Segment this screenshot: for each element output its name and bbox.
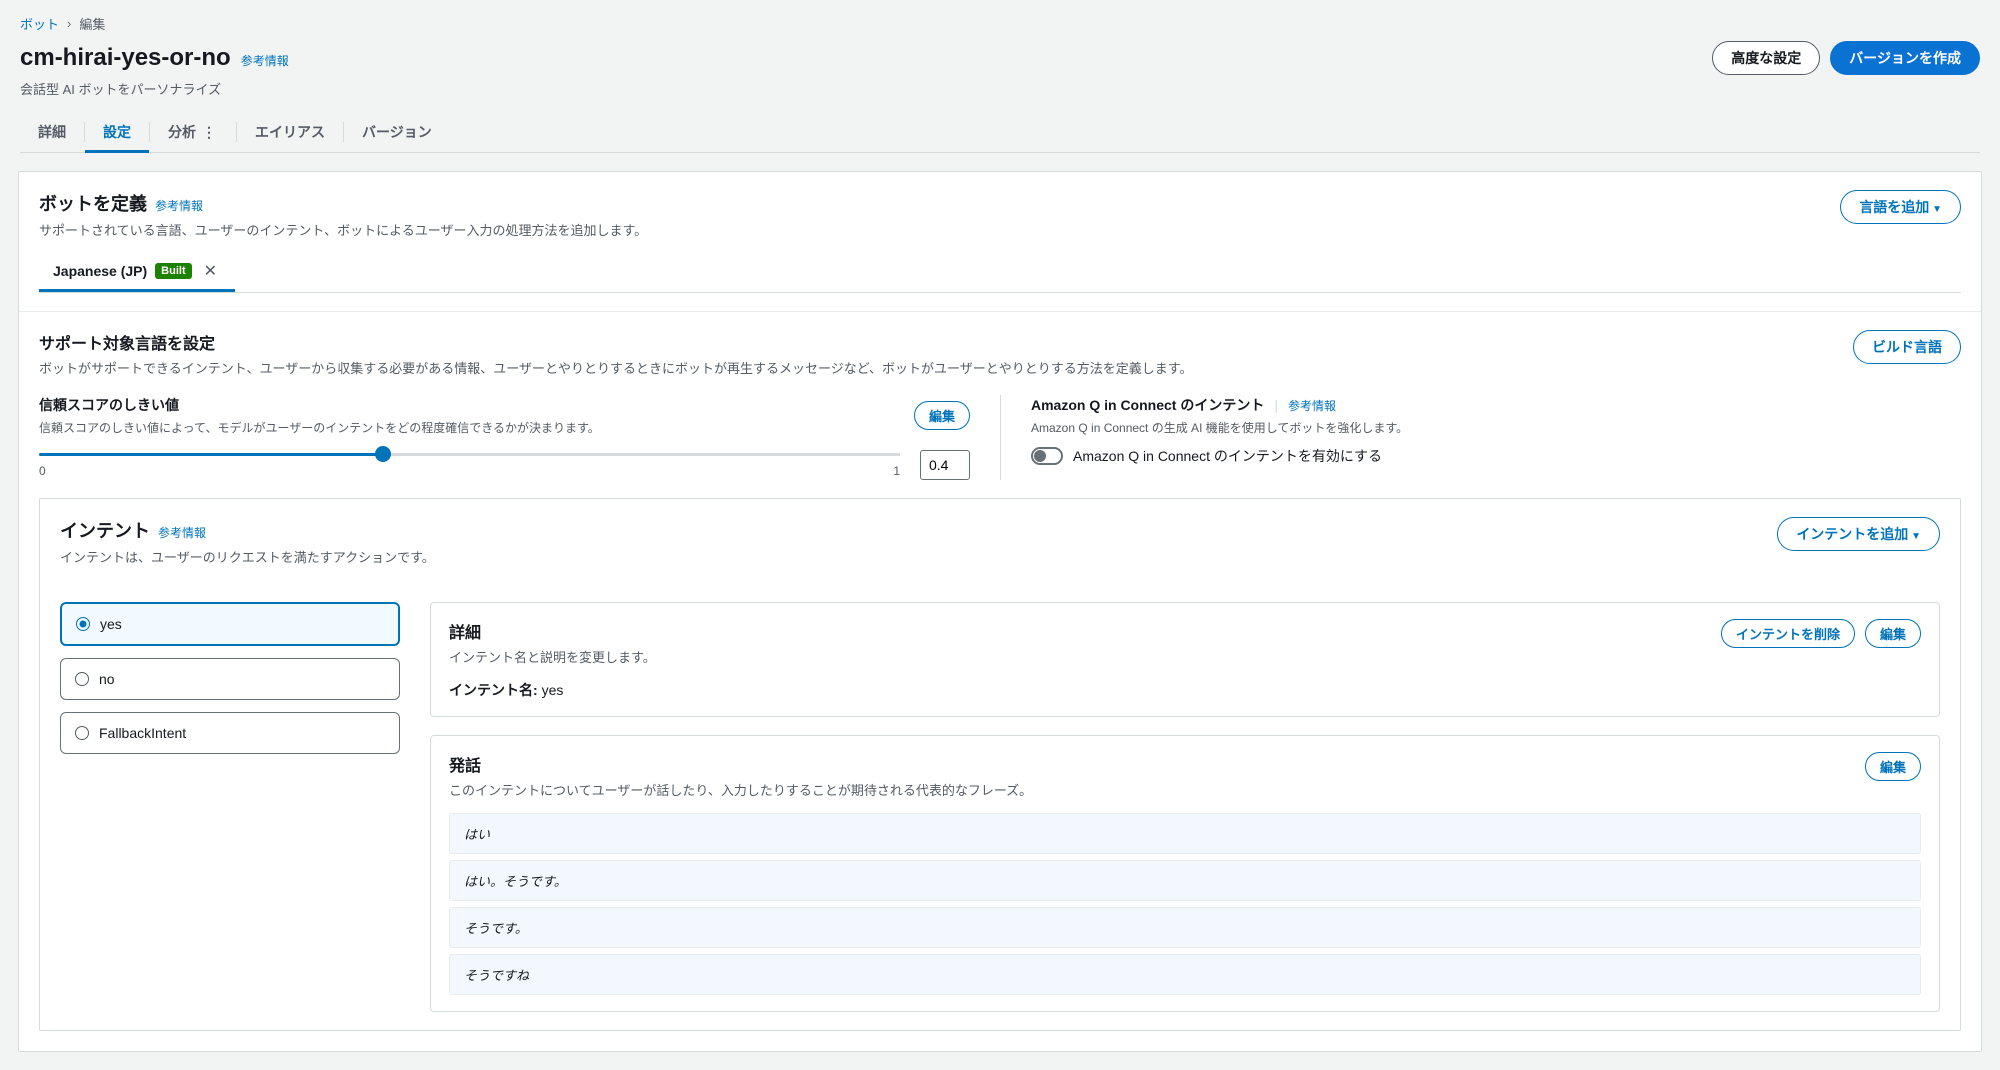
intent-item-label: no (99, 671, 115, 687)
main-tabs: 詳細 設定 分析 ⋮ エイリアス バージョン (20, 112, 1980, 153)
utterance-row: そうです。 (449, 907, 1921, 948)
define-info-link[interactable]: 参考情報 (155, 197, 203, 214)
amazonq-title: Amazon Q in Connect のインテント (1031, 395, 1264, 415)
utterance-desc: このインテントについてユーザーが話したり、入力したりすることが期待される代表的な… (449, 780, 1032, 799)
intent-name-value: yes (542, 682, 564, 698)
page-subtitle: 会話型 AI ボットをパーソナライズ (20, 79, 1980, 98)
intent-item-no[interactable]: no (60, 658, 400, 700)
tab-settings[interactable]: 設定 (85, 112, 149, 152)
breadcrumb-root[interactable]: ボット (20, 14, 59, 33)
threshold-desc: 信頼スコアのしきい値によって、モデルがユーザーのインテントをどの程度確信できるか… (39, 419, 600, 436)
more-icon[interactable]: ⋮ (202, 124, 218, 140)
edit-intent-button[interactable]: 編集 (1865, 619, 1921, 648)
intent-desc: インテントは、ユーザーのリクエストを満たすアクションです。 (60, 547, 435, 566)
intent-item-label: yes (100, 616, 122, 632)
tab-version[interactable]: バージョン (344, 112, 450, 152)
tab-analysis[interactable]: 分析 ⋮ (150, 112, 236, 152)
add-intent-button[interactable]: インテントを追加 (1777, 517, 1940, 551)
close-icon[interactable]: ✕ (200, 261, 221, 281)
built-badge: Built (155, 263, 191, 279)
amazonq-info-link[interactable]: 参考情報 (1288, 397, 1336, 414)
tab-detail[interactable]: 詳細 (20, 112, 84, 152)
utterance-row: そうですね (449, 954, 1921, 995)
create-version-button[interactable]: バージョンを作成 (1830, 41, 1980, 75)
page-title: cm-hirai-yes-or-no (20, 44, 231, 72)
intent-list: yes no FallbackIntent (60, 602, 400, 1012)
breadcrumb: ボット › 編集 (20, 14, 1980, 33)
intent-title: インテント (60, 517, 150, 543)
intent-item-yes[interactable]: yes (60, 602, 400, 646)
utterance-row: はい (449, 813, 1921, 854)
slider-max: 1 (893, 464, 900, 478)
utterance-title: 発話 (449, 752, 1032, 776)
threshold-label: 信頼スコアのしきい値 (39, 395, 600, 415)
title-info-link[interactable]: 参考情報 (241, 52, 289, 69)
utterance-row: はい。そうです。 (449, 860, 1921, 901)
radio-icon (75, 726, 89, 740)
add-language-button[interactable]: 言語を追加 (1840, 190, 1961, 224)
define-bot-title: ボットを定義 (39, 190, 147, 216)
slider-thumb-icon[interactable] (375, 446, 391, 462)
amazonq-toggle[interactable] (1031, 447, 1063, 465)
intent-detail-title: 詳細 (449, 619, 656, 643)
amazonq-toggle-label: Amazon Q in Connect のインテントを有効にする (1073, 446, 1382, 466)
edit-utterance-button[interactable]: 編集 (1865, 752, 1921, 781)
intent-info-link[interactable]: 参考情報 (158, 524, 206, 541)
support-lang-desc: ボットがサポートできるインテント、ユーザーから収集する必要がある情報、ユーザーと… (39, 358, 1193, 377)
breadcrumb-current: 編集 (79, 14, 105, 33)
intent-item-fallback[interactable]: FallbackIntent (60, 712, 400, 754)
define-bot-desc: サポートされている言語、ユーザーのインテント、ボットによるユーザー入力の処理方法… (39, 220, 647, 239)
threshold-value-input[interactable] (920, 450, 970, 480)
amazonq-desc: Amazon Q in Connect の生成 AI 機能を使用してボットを強化… (1031, 419, 1961, 436)
chevron-right-icon: › (67, 16, 71, 31)
build-language-button[interactable]: ビルド言語 (1853, 330, 1961, 364)
tab-analysis-label: 分析 (168, 124, 196, 140)
language-tab-japanese[interactable]: Japanese (JP) Built ✕ (39, 253, 235, 292)
delete-intent-button[interactable]: インテントを削除 (1721, 619, 1855, 648)
radio-icon (76, 617, 90, 631)
intent-detail-desc: インテント名と説明を変更します。 (449, 647, 656, 666)
threshold-edit-button[interactable]: 編集 (914, 401, 970, 430)
utterance-list: はい はい。そうです。 そうです。 そうですね (449, 813, 1921, 995)
threshold-slider[interactable] (39, 453, 900, 456)
language-tab-label: Japanese (JP) (53, 263, 147, 279)
support-lang-title: サポート対象言語を設定 (39, 330, 1193, 354)
intent-name-label: インテント名: (449, 682, 538, 698)
advanced-settings-button[interactable]: 高度な設定 (1712, 41, 1820, 75)
slider-min: 0 (39, 464, 46, 478)
tab-alias[interactable]: エイリアス (237, 112, 343, 152)
radio-icon (75, 672, 89, 686)
intent-item-label: FallbackIntent (99, 725, 186, 741)
